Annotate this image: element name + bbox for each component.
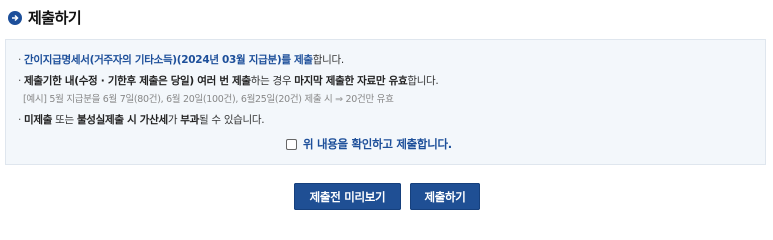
notice-line-1-bold: 간이지급명세서(거주자의 기타소득)(2024년 03월 지급분)를 제출 bbox=[24, 54, 313, 66]
notice-line-4-bold-1: 미제출 bbox=[24, 114, 53, 126]
notice-line-2: · 제출기한 내(수정 · 기한후 제출은 당일) 여러 번 제출하는 경우 마지… bbox=[18, 73, 439, 88]
notice-line-4-text-1: 또는 bbox=[52, 114, 77, 126]
notice-line-4: · 미제출 또는 불성실제출 시 가산세가 부과될 수 있습니다. bbox=[18, 112, 265, 127]
notice-line-2-text-2: 합니다. bbox=[407, 75, 439, 87]
notice-line-2-bold-1: 제출기한 내(수정 · 기한후 제출은 당일) 여러 번 제출 bbox=[24, 75, 251, 87]
submit-button[interactable]: 제출하기 bbox=[410, 183, 480, 210]
notice-line-1: · 간이지급명세서(거주자의 기타소득)(2024년 03월 지급분)를 제출합니… bbox=[18, 52, 344, 67]
confirm-row[interactable]: 위 내용을 확인하고 제출합니다. bbox=[286, 136, 452, 152]
bullet: · bbox=[18, 54, 22, 66]
notice-line-4-bold-2: 불성실제출 시 가산세 bbox=[76, 114, 168, 126]
section-title: 제출하기 bbox=[28, 9, 82, 27]
notice-line-1-rest: 합니다. bbox=[312, 54, 344, 66]
notice-line-2-bold-2: 마지막 제출한 자료만 유효 bbox=[294, 75, 408, 87]
notice-line-2-text-1: 하는 경우 bbox=[250, 75, 295, 87]
section-header: 제출하기 bbox=[8, 7, 82, 28]
confirm-label[interactable]: 위 내용을 확인하고 제출합니다. bbox=[303, 136, 452, 152]
bullet: · bbox=[18, 75, 22, 87]
notice-line-4-text-2: 가 bbox=[167, 114, 181, 126]
notice-line-4-bold-3: 부과 bbox=[180, 114, 200, 126]
arrow-right-circle-icon bbox=[8, 10, 22, 25]
notice-box: · 간이지급명세서(거주자의 기타소득)(2024년 03월 지급분)를 제출합니… bbox=[5, 39, 766, 165]
confirm-checkbox[interactable] bbox=[286, 138, 297, 150]
notice-line-4-text-3: 될 수 있습니다. bbox=[199, 114, 265, 126]
preview-button[interactable]: 제출전 미리보기 bbox=[294, 183, 401, 210]
bullet: · bbox=[18, 114, 22, 126]
notice-example: [예시] 5월 지급분을 6월 7일(80건), 6월 20일(100건), 6… bbox=[23, 94, 394, 105]
